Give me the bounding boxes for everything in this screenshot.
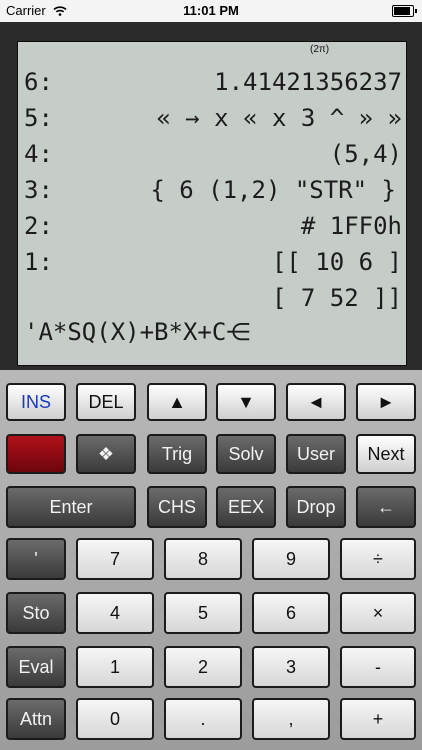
digit-8-key[interactable]: 8 [164,538,242,580]
drop-key[interactable]: Drop [286,486,346,528]
menu-key[interactable]: ❖ [76,434,136,474]
stack-level-label: 3: [24,176,53,204]
quote-key[interactable]: ' [6,538,66,580]
arrow-up-icon: ▲ [168,391,186,412]
shift-key-red[interactable] [6,434,66,474]
trig-key[interactable]: Trig [147,434,207,474]
digit-0-key[interactable]: 0 [76,698,154,740]
stack-level-value: # 1FF0h [300,212,402,240]
attn-key[interactable]: Attn [6,698,66,740]
four-diamond-icon: ❖ [97,443,115,464]
stack-level-label: 2: [24,212,53,240]
stack-level-1-continued: [ 7 52 ]] [24,280,402,316]
annunciator-angle-mode: (2π) [310,44,330,55]
stack-level-label: 5: [24,104,53,132]
digit-4-key[interactable]: 4 [76,592,154,634]
digit-2-key[interactable]: 2 [164,646,242,688]
ins-key[interactable]: INS [6,383,66,421]
status-bar: Carrier 11:01 PM [0,0,422,22]
sto-key[interactable]: Sto [6,592,66,634]
stack-level-label: 4: [24,140,53,168]
cursor-down-key[interactable]: ▼ [216,383,276,421]
divide-key[interactable]: ÷ [340,538,416,580]
backspace-key[interactable]: ← [356,486,416,528]
stack-level-value: (5,4) [329,140,402,168]
status-time: 11:01 PM [183,3,239,18]
battery-icon [392,5,417,17]
next-key[interactable]: Next [356,434,416,474]
digit-3-key[interactable]: 3 [252,646,330,688]
plus-key[interactable]: + [340,698,416,740]
enter-key[interactable]: Enter [6,486,136,528]
cursor-left-key[interactable]: ◄ [286,383,346,421]
decimal-point-key[interactable]: . [164,698,242,740]
stack-level-4: 4: (5,4) [24,136,402,172]
comma-key[interactable]: , [252,698,330,740]
digit-9-key[interactable]: 9 [252,538,330,580]
del-key[interactable]: DEL [76,383,136,421]
stack-level-value: « → x « x 3 ^ » » [156,104,402,132]
cursor-right-key[interactable]: ► [356,383,416,421]
digit-6-key[interactable]: 6 [252,592,330,634]
stack-level-value: { 6 (1,2) "STR" } [150,176,396,204]
keypad: INS DEL ▲ ▼ ◄ ► ❖ Trig Solv User Next En… [0,370,422,750]
stack-level-label: 6: [24,68,53,96]
insert-cursor-icon: ⋲ [226,318,251,346]
stack-level-label: 1: [24,248,53,276]
user-key[interactable]: User [286,434,346,474]
stack-level-value: [ 7 52 ]] [271,284,402,312]
stack-level-6: 6: 1.41421356237 [24,64,402,100]
stack-level-value: [[ 10 6 ] [271,248,402,276]
command-line-text: 'A*SQ(X)+B*X+C [24,318,227,346]
arrow-down-icon: ▼ [237,391,255,412]
stack-level-3: 3: { 6 (1,2) "STR" } [24,172,402,208]
arrow-right-icon: ► [377,391,395,412]
solv-key[interactable]: Solv [216,434,276,474]
command-line[interactable]: 'A*SQ(X)+B*X+C⋲ [24,314,250,350]
cursor-up-key[interactable]: ▲ [147,383,207,421]
stack-level-1: 1: [[ 10 6 ] [24,244,402,280]
stack-level-value: 1.41421356237 [214,68,402,96]
eval-key[interactable]: Eval [6,646,66,688]
backspace-arrow-icon: ← [377,496,395,517]
chs-key[interactable]: CHS [147,486,207,528]
multiply-key[interactable]: × [340,592,416,634]
minus-key[interactable]: - [340,646,416,688]
digit-5-key[interactable]: 5 [164,592,242,634]
eex-key[interactable]: EEX [216,486,276,528]
lcd-display: (2π) 6: 1.41421356237 5: « → x « x 3 ^ »… [17,41,407,366]
digit-7-key[interactable]: 7 [76,538,154,580]
stack-level-2: 2: # 1FF0h [24,208,402,244]
arrow-left-icon: ◄ [307,391,325,412]
stack-level-5: 5: « → x « x 3 ^ » » [24,100,402,136]
digit-1-key[interactable]: 1 [76,646,154,688]
